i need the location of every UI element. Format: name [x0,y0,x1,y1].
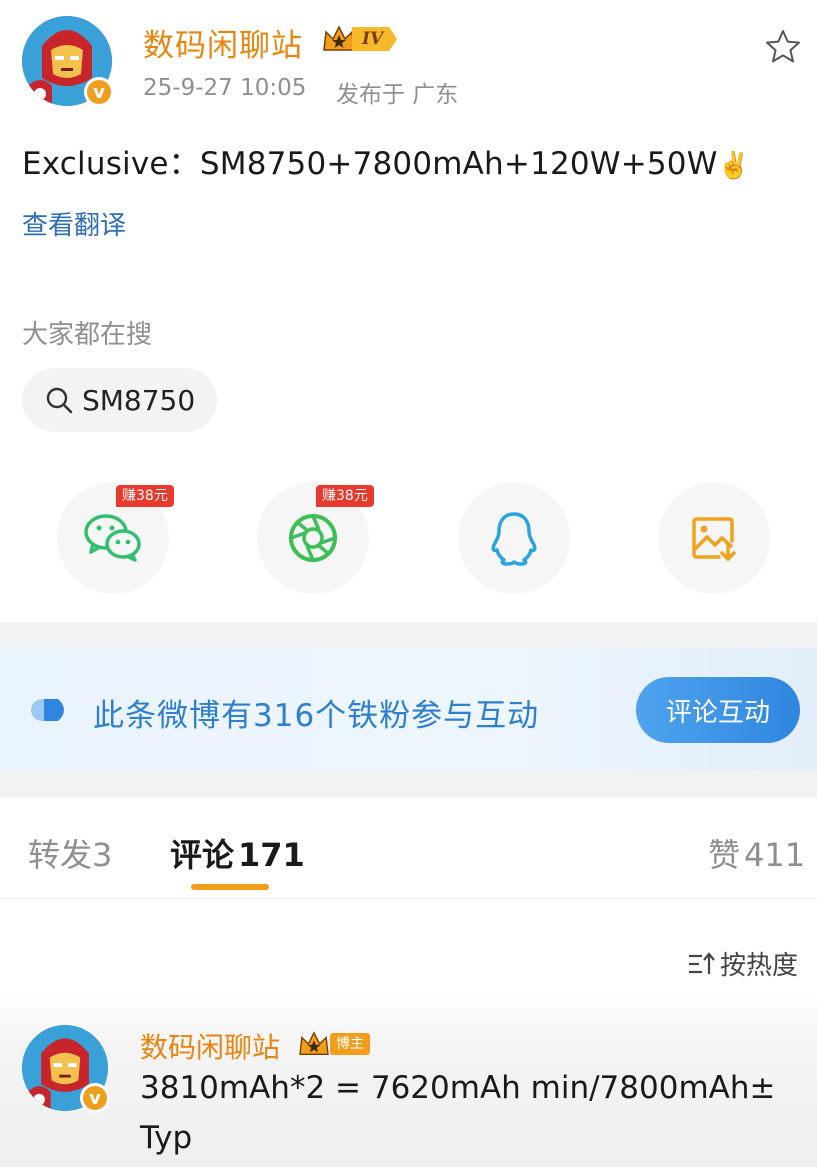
banner-text: 此条微博有316个铁粉参与互动 [93,698,540,734]
tab-likes[interactable]: 赞 411 [708,830,805,876]
tab-repost-label: 转发 [28,836,93,874]
tab-likes-label: 赞 [708,836,741,874]
search-icon [46,387,73,414]
tab-repost-count: 3 [92,836,113,874]
save-image-button[interactable] [658,482,770,594]
toggle-pill-icon [31,699,64,721]
section-divider [0,770,817,798]
crown-icon [323,25,355,51]
tab-likes-count: 411 [744,836,806,874]
verified-badge-icon: v [80,1083,110,1113]
wechat-earn-badge: 赚38元 [116,485,174,507]
active-tab-indicator [191,884,269,890]
translate-link[interactable]: 查看翻译 [22,205,126,242]
post-timestamp: 25-9-27 10:05 [143,75,307,101]
favorite-star-icon[interactable] [763,27,803,67]
tab-comments-label: 评论 [170,836,235,874]
comment-text-line1: 3810mAh*2 = 7620mAh min/7800mAh± [140,1070,776,1106]
victory-hand-emoji-icon: ✌️ [717,151,751,181]
search-chip[interactable]: SM8750 [22,368,218,432]
wechat-icon [84,514,141,562]
section-divider [0,622,817,648]
moments-earn-badge: 赚38元 [316,485,374,507]
comment-interact-button[interactable]: 评论互动 [636,677,800,743]
level-badge[interactable]: IV [322,24,398,54]
trending-search-heading: 大家都在搜 [22,320,153,350]
share-qq-button[interactable] [458,482,570,594]
tab-comments-count: 171 [238,836,305,874]
crown-icon [299,1031,329,1055]
comment-text-line2: Typ [140,1120,193,1156]
author-name[interactable]: 数码闲聊站 [143,20,303,65]
sort-selector[interactable]: 按热度 [686,945,798,982]
qq-icon [491,512,537,566]
sort-icon [689,951,715,974]
sort-label: 按热度 [720,951,799,981]
tab-comments[interactable]: 评论 171 [170,830,305,876]
tabs-divider [0,898,817,899]
level-text: IV [352,27,398,51]
verified-badge-icon: v [84,77,114,107]
post-text-content: Exclusive：SM8750+7800mAh+120W+50W [22,146,718,182]
search-chip-label: SM8750 [82,383,196,417]
post-location: 发布于 广东 [336,82,459,108]
commenter-name[interactable]: 数码闲聊站 [140,1026,280,1066]
tab-repost[interactable]: 转发3 [28,830,112,876]
save-image-icon [692,517,736,561]
moments-icon [289,514,337,562]
author-role-badge: 博主 [330,1033,370,1055]
post-text: Exclusive：SM8750+7800mAh+120W+50W✌️ [22,138,750,183]
